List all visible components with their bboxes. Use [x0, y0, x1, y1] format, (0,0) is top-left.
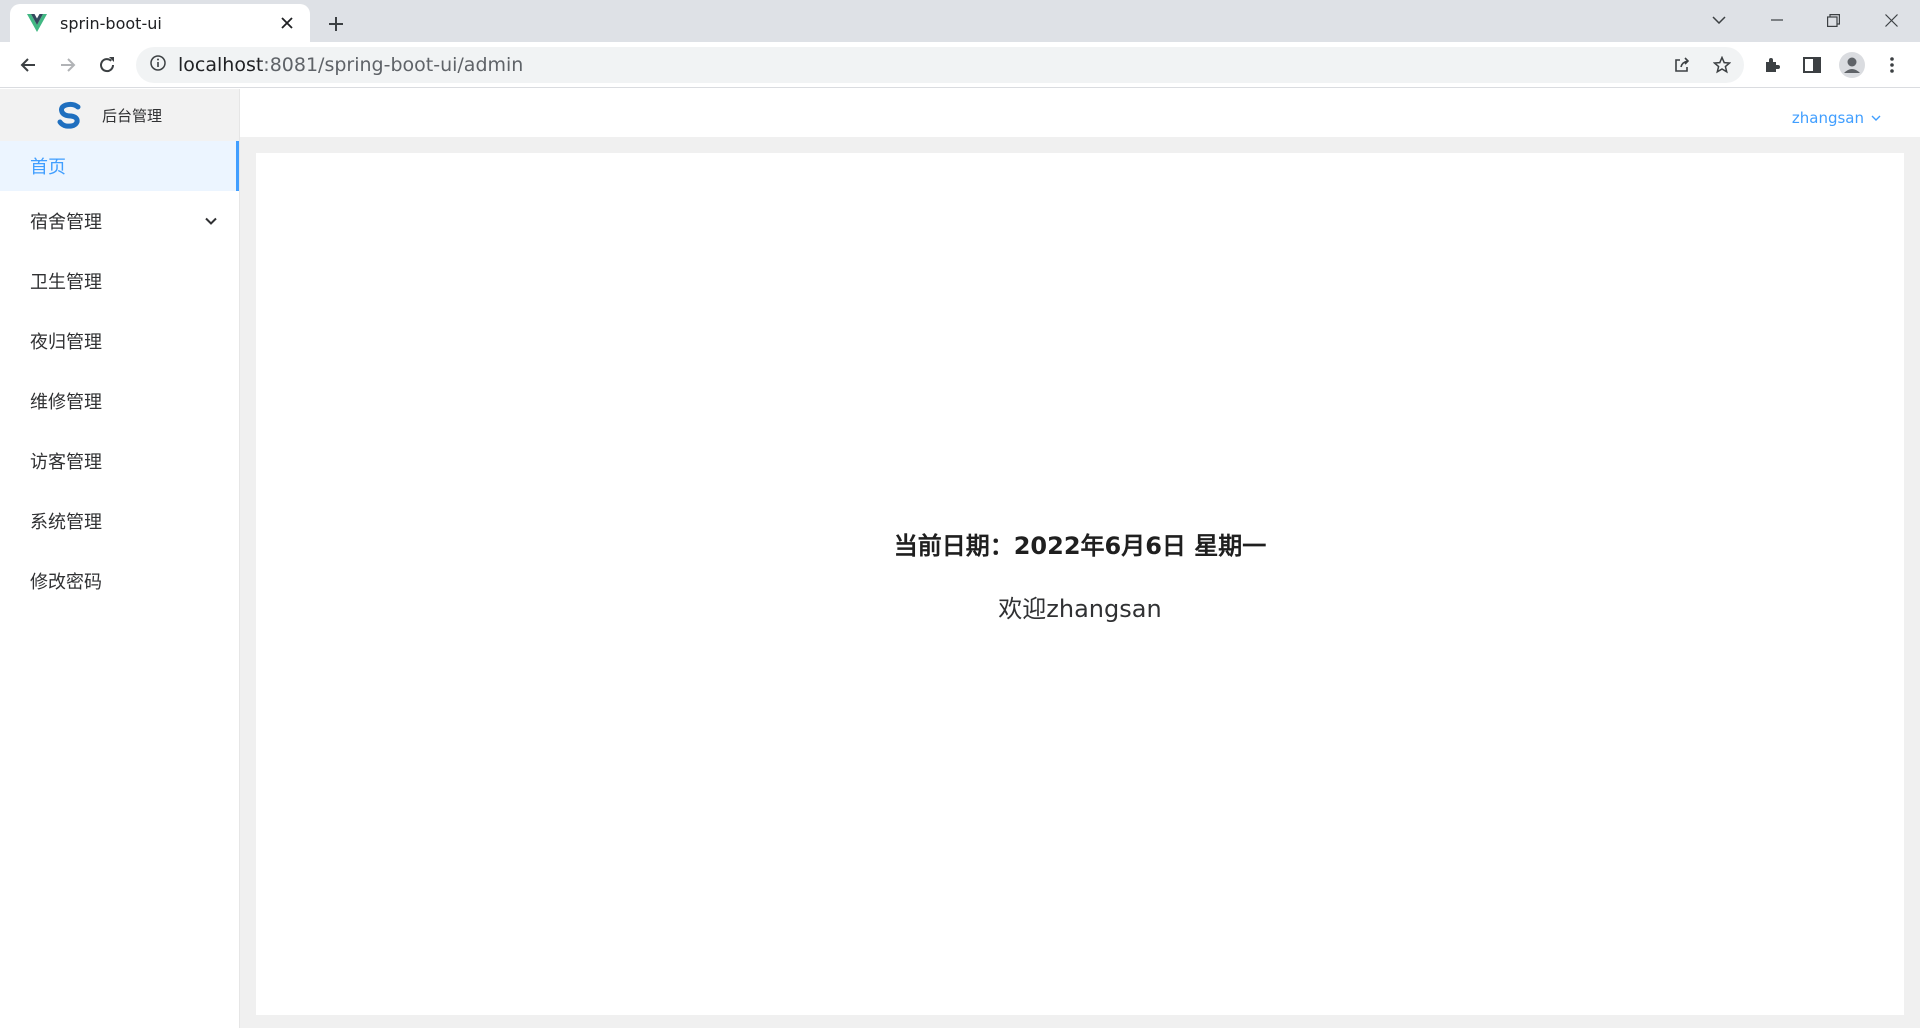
forward-icon[interactable]	[52, 49, 84, 81]
logo-text: 后台管理	[102, 106, 163, 125]
close-tab-icon[interactable]	[276, 12, 298, 34]
new-tab-icon[interactable]	[322, 10, 350, 38]
current-date: 当前日期：2022年6月6日 星期一	[893, 532, 1267, 560]
sidebar-item-label: 卫生管理	[30, 272, 102, 293]
minimize-icon[interactable]	[1754, 4, 1800, 36]
sidebar-item-label: 系统管理	[30, 512, 102, 533]
back-icon[interactable]	[12, 49, 44, 81]
sidebar: 后台管理 首页 宿舍管理 卫生管理 夜归管理 维修管理 访客管理 系统管理 修改…	[0, 89, 240, 1028]
user-name: zhangsan	[1791, 109, 1864, 127]
profile-avatar-icon[interactable]	[1836, 49, 1868, 81]
reload-icon[interactable]	[91, 49, 123, 81]
extensions-icon[interactable]	[1756, 49, 1788, 81]
sidebar-menu: 首页 宿舍管理 卫生管理 夜归管理 维修管理 访客管理 系统管理 修改密码	[0, 141, 239, 611]
url-host: localhost	[178, 54, 264, 76]
site-info-icon[interactable]	[150, 55, 166, 75]
sidebar-item-hygiene[interactable]: 卫生管理	[0, 251, 239, 311]
sidebar-item-system[interactable]: 系统管理	[0, 491, 239, 551]
sidebar-item-label: 首页	[30, 157, 66, 178]
chevron-down-icon	[205, 217, 217, 225]
sidebar-item-dormitory[interactable]: 宿舍管理	[0, 191, 239, 251]
restore-icon[interactable]	[1810, 4, 1856, 36]
side-panel-icon[interactable]	[1796, 49, 1828, 81]
app-header: zhangsan	[240, 89, 1920, 137]
sidebar-item-label: 夜归管理	[30, 332, 102, 353]
sidebar-item-change-password[interactable]: 修改密码	[0, 551, 239, 611]
sidebar-item-visitor[interactable]: 访客管理	[0, 431, 239, 491]
sidebar-item-label: 宿舍管理	[30, 212, 102, 233]
share-icon[interactable]	[1668, 51, 1696, 79]
sidebar-item-label: 修改密码	[30, 572, 102, 593]
tab-title: sprin-boot-ui	[60, 13, 162, 33]
vue-logo-icon	[26, 12, 48, 34]
close-window-icon[interactable]	[1868, 4, 1914, 36]
browser-toolbar: localhost:8081/spring-boot-ui/admin	[0, 42, 1920, 88]
address-bar[interactable]: localhost:8081/spring-boot-ui/admin	[136, 47, 1744, 83]
sidebar-item-label: 维修管理	[30, 392, 102, 413]
main-content: 当前日期：2022年6月6日 星期一 欢迎zhangsan	[256, 153, 1904, 1015]
sidebar-item-home[interactable]: 首页	[0, 141, 239, 191]
bookmark-star-icon[interactable]	[1708, 51, 1736, 79]
spring-logo-icon	[56, 101, 84, 129]
sidebar-item-repair[interactable]: 维修管理	[0, 371, 239, 431]
chevron-down-icon	[1871, 115, 1881, 121]
sidebar-item-label: 访客管理	[30, 452, 102, 473]
sidebar-logo: 后台管理	[0, 89, 239, 141]
url-path: :8081/spring-boot-ui/admin	[263, 54, 524, 76]
browser-menu-icon[interactable]	[1876, 49, 1908, 81]
user-dropdown[interactable]: zhangsan	[1792, 109, 1882, 127]
browser-tab[interactable]: sprin-boot-ui	[10, 4, 310, 42]
tab-search-icon[interactable]	[1696, 4, 1742, 36]
browser-tabstrip: sprin-boot-ui	[0, 0, 1920, 42]
welcome-message: 欢迎zhangsan	[998, 595, 1162, 623]
sidebar-item-late-return[interactable]: 夜归管理	[0, 311, 239, 371]
